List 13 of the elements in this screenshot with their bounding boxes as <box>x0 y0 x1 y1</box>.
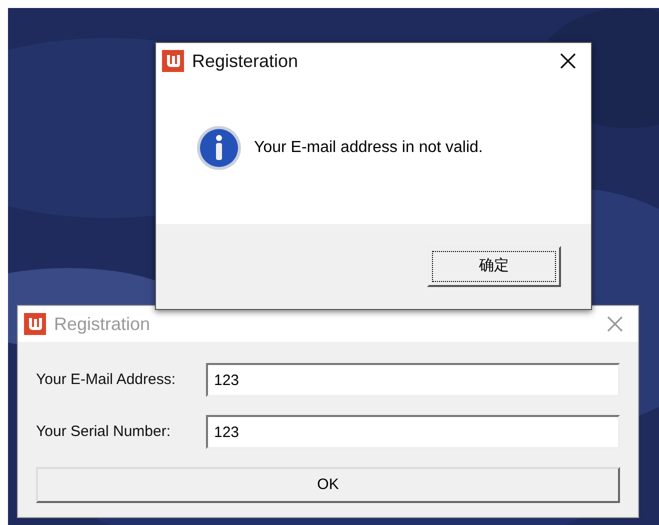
window-title: Registration <box>54 312 152 336</box>
field-label: Your E-Mail Address: <box>36 370 177 390</box>
close-icon[interactable] <box>559 52 577 70</box>
field-label: Your Serial Number: <box>36 422 172 442</box>
input-field[interactable]: 123 <box>206 363 620 397</box>
window-title: Registeration <box>192 50 300 73</box>
confirm-button[interactable]: 确定 <box>427 246 561 287</box>
ok-button[interactable]: OK <box>36 467 620 503</box>
app-logo-icon <box>162 50 184 72</box>
message-text: Your E-mail address in not valid. <box>254 138 483 158</box>
info-icon <box>196 124 242 170</box>
input-field[interactable]: 123 <box>206 415 620 449</box>
app-logo-icon <box>24 313 46 335</box>
